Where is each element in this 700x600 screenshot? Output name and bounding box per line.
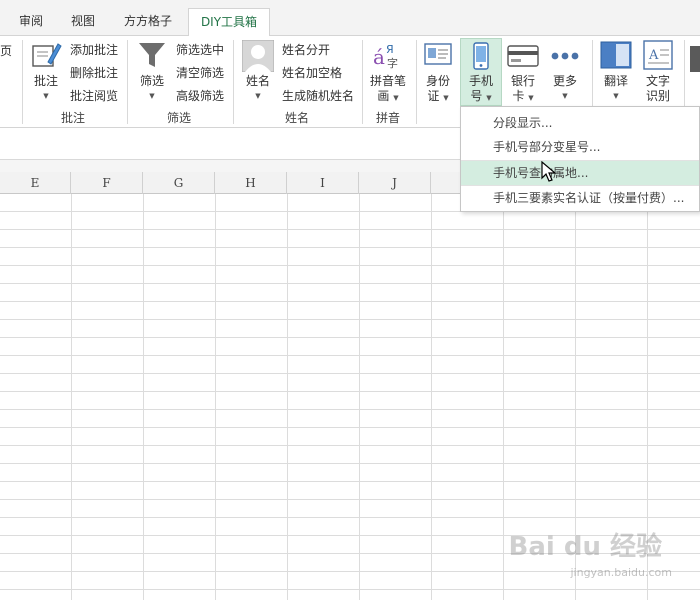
group-label-filter: 筛选 [166, 111, 191, 125]
ocr-label-2: 识别 [645, 89, 670, 103]
watermark-url: jingyan.baidu.com [570, 566, 672, 579]
clipped-tool-icon[interactable] [690, 46, 700, 72]
name-button-label: 姓名 [245, 74, 270, 88]
browse-comments-button[interactable]: 批注阅览 [70, 87, 118, 104]
phone-button[interactable]: 手机 号 ▼ [462, 74, 500, 106]
pinyin-stroke-button[interactable]: 拼音笔 画 ▼ [364, 74, 412, 106]
filter-button[interactable]: 筛选 ▼ [134, 74, 170, 104]
translate-label: 翻译 [603, 74, 628, 88]
annotate-button[interactable]: 批注 ▼ [28, 74, 64, 104]
tab-diy-toolbox[interactable]: DIY工具箱 [188, 8, 270, 37]
title-strip [0, 0, 700, 8]
chevron-down-icon: ▼ [528, 94, 534, 102]
svg-text:A: A [648, 48, 659, 63]
mouse-cursor-icon [541, 160, 557, 183]
tab-review[interactable]: 审阅 [6, 8, 56, 36]
split-name-button[interactable]: 姓名分开 [282, 41, 330, 58]
more-button[interactable]: 更多 ▼ [546, 74, 584, 104]
generate-random-name-button[interactable]: 生成随机姓名 [282, 87, 354, 104]
text-recognition-icon[interactable]: A [643, 40, 673, 70]
bank-card-button[interactable]: 银行 卡 ▼ [504, 74, 542, 106]
column-header-h[interactable]: H [215, 172, 287, 194]
svg-text:字: 字 [387, 56, 398, 70]
annotate-button-label: 批注 [33, 74, 58, 88]
group-label-name: 姓名 [284, 111, 309, 125]
chevron-down-icon: ▼ [255, 92, 261, 100]
tab-fangfang[interactable]: 方方格子 [112, 8, 184, 36]
ocr-label-1: 文字 [645, 74, 670, 88]
phone-dropdown-menu: 分段显示... 手机号部分变星号... 手机号查询属地... 手机三要素实名认证… [460, 106, 700, 212]
translate-icon[interactable] [600, 40, 632, 70]
id-card-label-2: 证 ▼ [427, 89, 449, 103]
bank-card-icon[interactable] [507, 44, 539, 68]
menu-item-mask-phone[interactable]: 手机号部分变星号... [461, 135, 699, 159]
phone-label-2: 号 ▼ [470, 89, 492, 103]
column-header-e[interactable]: E [0, 172, 71, 194]
name-add-space-button[interactable]: 姓名加空格 [282, 64, 342, 81]
filter-button-label: 筛选 [139, 74, 164, 88]
chevron-down-icon: ▼ [562, 92, 568, 100]
chevron-down-icon: ▼ [486, 94, 492, 102]
column-header-j[interactable]: J [359, 172, 431, 194]
more-label: 更多 [552, 74, 577, 88]
name-button[interactable]: 姓名 ▼ [240, 74, 276, 104]
chevron-down-icon: ▼ [43, 92, 49, 100]
pinyin-button-label-1: 拼音笔 [369, 74, 406, 88]
tab-view[interactable]: 视图 [58, 8, 108, 36]
person-icon[interactable] [241, 39, 275, 73]
bank-card-label-2: 卡 ▼ [512, 89, 534, 103]
page-fragment-label[interactable]: 页 [0, 42, 12, 59]
bank-card-label-1: 银行 [510, 74, 535, 88]
column-header-g[interactable]: G [143, 172, 215, 194]
advanced-filter-button[interactable]: 高级筛选 [176, 87, 224, 104]
chevron-down-icon: ▼ [149, 92, 155, 100]
id-card-icon[interactable] [424, 42, 452, 68]
pinyin-button-label-2: 画 ▼ [377, 89, 399, 103]
group-label-pinyin: 拼音 [375, 111, 400, 125]
watermark-logo: Bai du 经验 [508, 532, 663, 562]
text-recognition-button[interactable]: 文字 识别 [640, 74, 676, 104]
id-card-label-1: 身份 [425, 74, 450, 88]
annotate-icon[interactable] [30, 40, 62, 70]
filter-selected-button[interactable]: 筛选选中 [176, 41, 224, 58]
mobile-phone-icon[interactable] [470, 42, 492, 70]
chevron-down-icon: ▼ [393, 94, 399, 102]
delete-comment-button[interactable]: 删除批注 [70, 64, 118, 81]
translate-button[interactable]: 翻译 ▼ [598, 74, 634, 104]
chevron-down-icon: ▼ [613, 92, 619, 100]
ribbon-tab-bar: 审阅 视图 方方格子 DIY工具箱 [0, 8, 700, 37]
pinyin-icon[interactable]: á Я 字 [372, 40, 402, 70]
more-dots-icon[interactable] [550, 50, 580, 62]
svg-text:á: á [373, 45, 385, 69]
menu-item-phone-location[interactable]: 手机号查询属地... [461, 161, 699, 185]
clear-filter-button[interactable]: 清空筛选 [176, 64, 224, 81]
group-label-annotate: 批注 [60, 111, 85, 125]
column-header-i[interactable]: I [287, 172, 359, 194]
funnel-icon[interactable] [137, 40, 167, 70]
svg-text:Я: Я [386, 43, 394, 56]
column-header-f[interactable]: F [71, 172, 143, 194]
chevron-down-icon: ▼ [443, 94, 449, 102]
phone-label-1: 手机 [468, 74, 493, 88]
menu-item-real-name-verify[interactable]: 手机三要素实名认证（按量付费）... [461, 186, 699, 210]
add-comment-button[interactable]: 添加批注 [70, 41, 118, 58]
id-card-button[interactable]: 身份 证 ▼ [420, 74, 456, 106]
menu-item-segment-display[interactable]: 分段显示... [461, 111, 699, 135]
